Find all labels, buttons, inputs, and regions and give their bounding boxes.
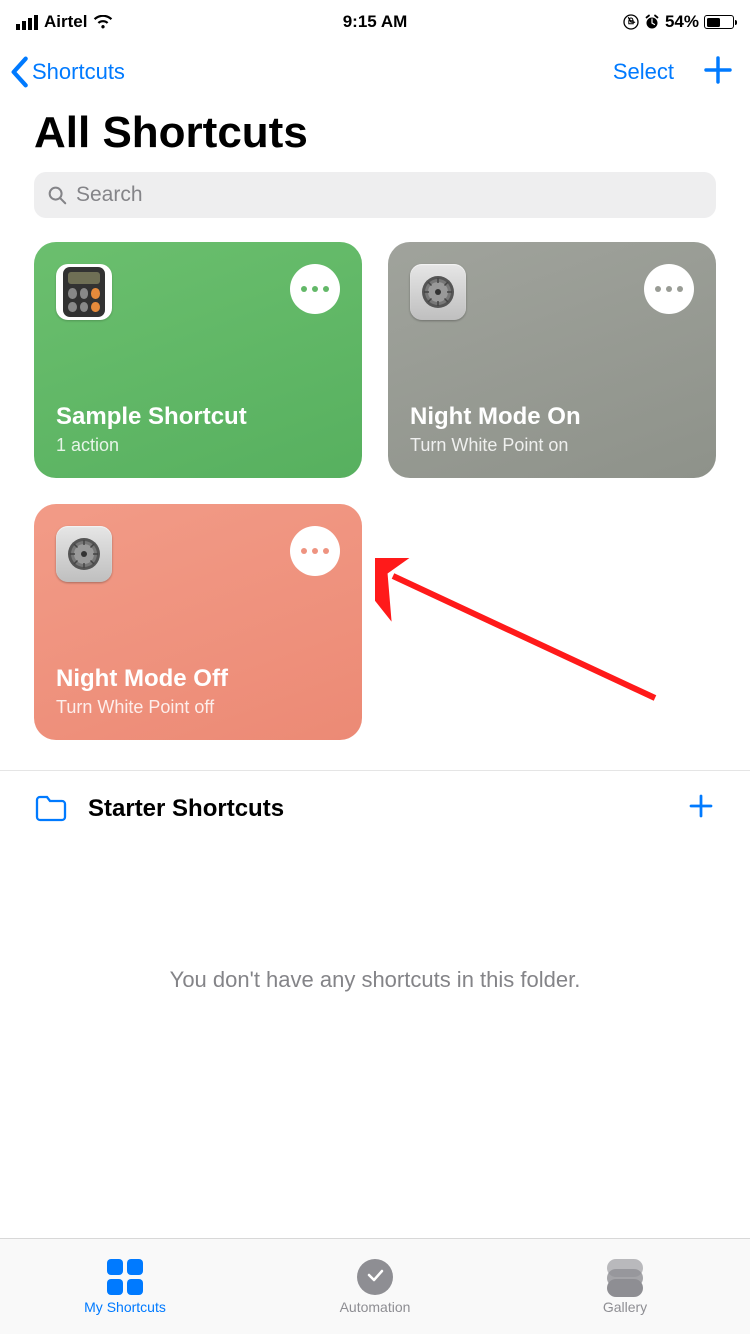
card-title: Night Mode Off: [56, 665, 340, 693]
calculator-icon: [56, 264, 112, 320]
search-field[interactable]: [34, 172, 716, 218]
page-title: All Shortcuts: [0, 100, 750, 172]
wifi-icon: [93, 15, 113, 30]
battery-pct-label: 54%: [665, 12, 699, 32]
select-button[interactable]: Select: [613, 59, 674, 85]
stack-icon: [607, 1259, 643, 1295]
card-subtitle: 1 action: [56, 435, 340, 456]
settings-icon: [410, 264, 466, 320]
back-button[interactable]: Shortcuts: [8, 56, 125, 88]
clock-icon: [357, 1259, 393, 1295]
settings-icon: [56, 526, 112, 582]
chevron-left-icon: [8, 56, 30, 88]
card-subtitle: Turn White Point off: [56, 697, 340, 718]
orientation-lock-icon: [623, 14, 639, 30]
add-button[interactable]: [702, 54, 734, 91]
folder-icon: [34, 795, 68, 823]
grid-icon: [107, 1259, 143, 1295]
card-title: Sample Shortcut: [56, 403, 340, 431]
tab-bar: My Shortcuts Automation Gallery: [0, 1238, 750, 1334]
nav-bar: Shortcuts Select: [0, 44, 750, 100]
signal-icon: [16, 15, 38, 30]
tab-my-shortcuts[interactable]: My Shortcuts: [0, 1239, 250, 1334]
tab-gallery[interactable]: Gallery: [500, 1239, 750, 1334]
alarm-icon: [644, 14, 660, 30]
search-icon: [46, 184, 68, 206]
card-menu-button[interactable]: [644, 264, 694, 314]
back-label: Shortcuts: [32, 59, 125, 85]
shortcut-card[interactable]: Sample Shortcut 1 action: [34, 242, 362, 478]
card-title: Night Mode On: [410, 403, 694, 431]
shortcut-card[interactable]: Night Mode Off Turn White Point off: [34, 504, 362, 740]
tab-label: My Shortcuts: [84, 1299, 166, 1315]
shortcut-card[interactable]: Night Mode On Turn White Point on: [388, 242, 716, 478]
ellipsis-icon: [301, 286, 329, 292]
time-label: 9:15 AM: [343, 12, 408, 32]
tab-automation[interactable]: Automation: [250, 1239, 500, 1334]
starter-add-button[interactable]: [686, 791, 716, 826]
ellipsis-icon: [301, 548, 329, 554]
tab-label: Gallery: [603, 1299, 647, 1315]
card-menu-button[interactable]: [290, 264, 340, 314]
starter-title: Starter Shortcuts: [88, 795, 666, 823]
battery-icon: [704, 15, 734, 29]
plus-icon: [686, 791, 716, 821]
card-subtitle: Turn White Point on: [410, 435, 694, 456]
empty-folder-text: You don't have any shortcuts in this fol…: [0, 967, 750, 993]
carrier-label: Airtel: [44, 12, 87, 32]
tab-label: Automation: [340, 1299, 411, 1315]
search-input[interactable]: [76, 183, 704, 207]
status-bar: Airtel 9:15 AM 54%: [0, 0, 750, 44]
ellipsis-icon: [655, 286, 683, 292]
starter-shortcuts-row[interactable]: Starter Shortcuts: [0, 770, 750, 847]
plus-icon: [702, 54, 734, 86]
card-menu-button[interactable]: [290, 526, 340, 576]
shortcuts-grid: Sample Shortcut 1 action Night Mode On T…: [0, 242, 750, 740]
